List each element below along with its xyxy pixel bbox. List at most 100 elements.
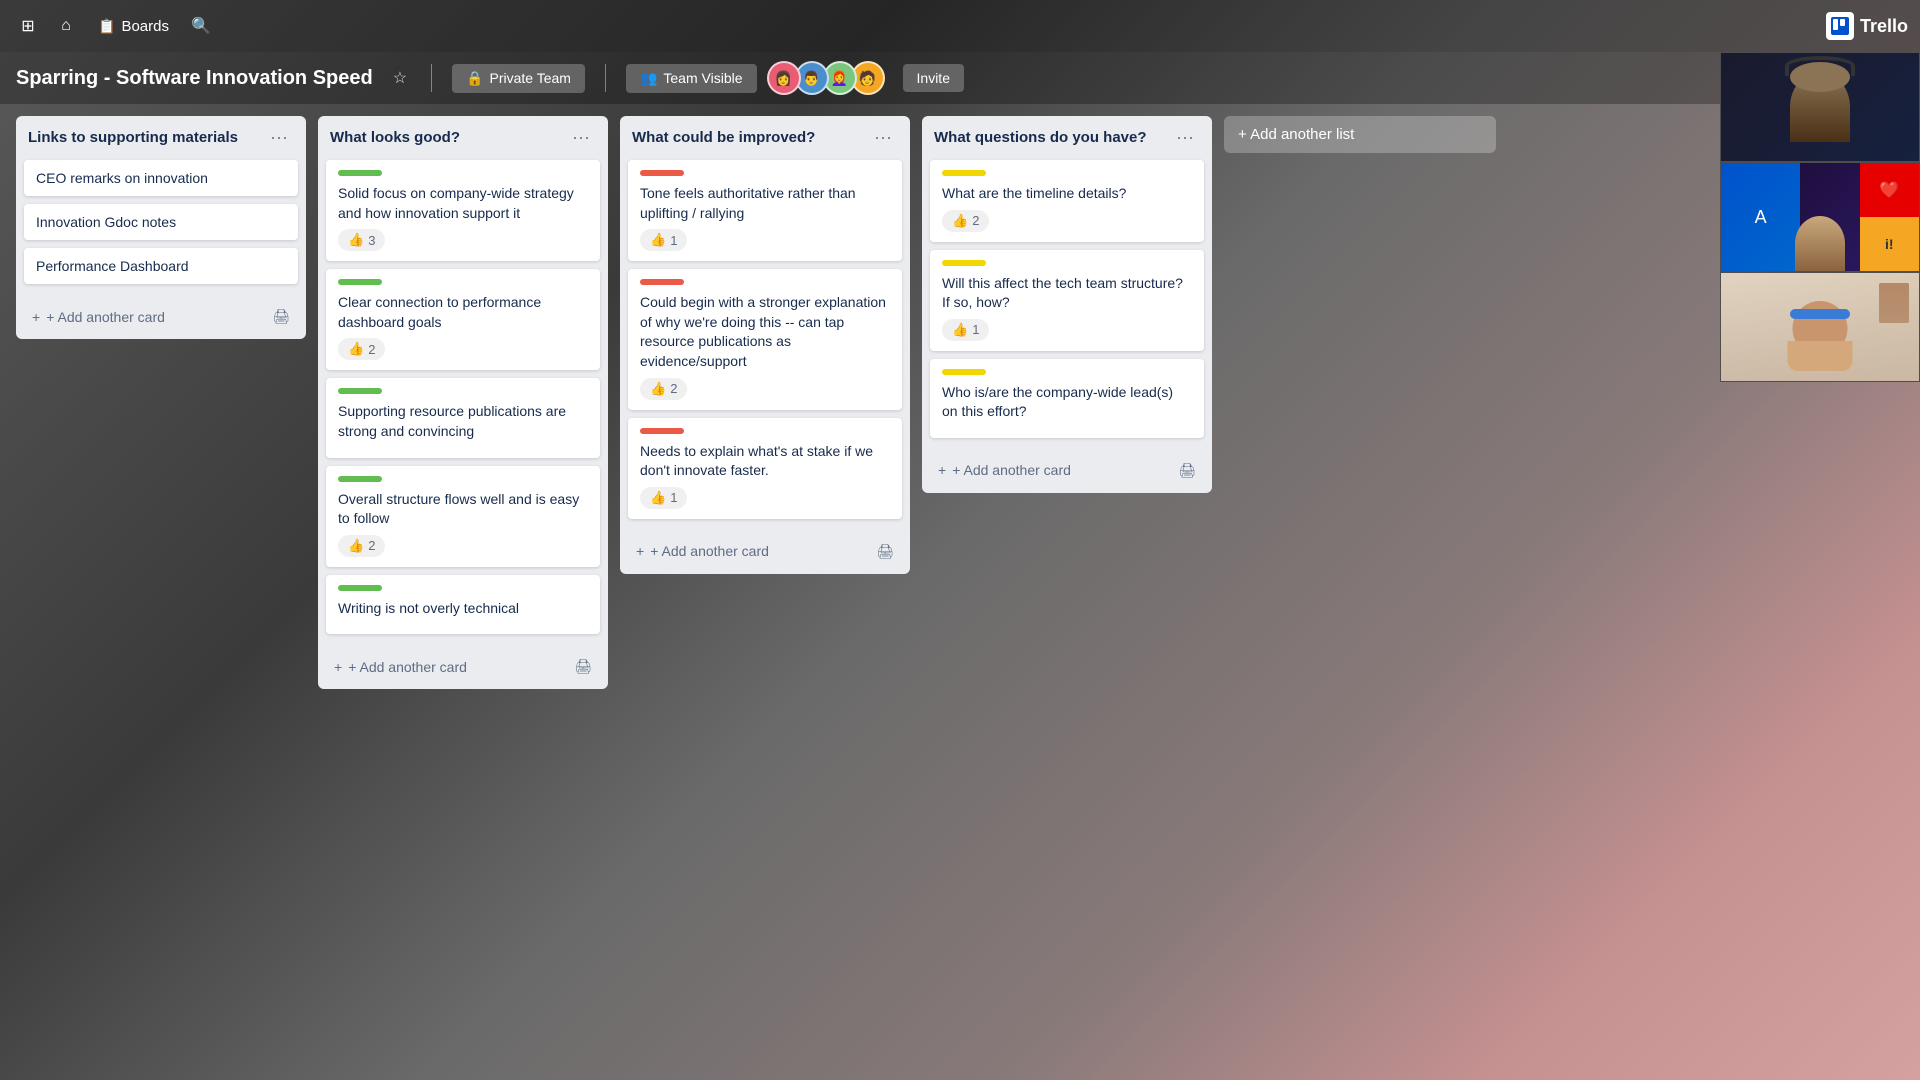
like-button-c5[interactable]: 👍 2: [338, 338, 385, 360]
like-button-c10[interactable]: 👍 2: [640, 378, 687, 400]
like-count-c11: 1: [670, 490, 677, 505]
list-2-title: What looks good?: [330, 129, 460, 146]
topbar: ⊞ ⌂ 📋 Boards 🔍 Trello: [0, 0, 1920, 52]
member-avatars: 👩 👨 👩‍🦰 🧑: [773, 61, 885, 95]
team-visible-label: Team Visible: [663, 70, 742, 86]
add-card-button-4[interactable]: + + Add another card 🖨: [930, 456, 1204, 485]
video-box-1[interactable]: [1720, 52, 1920, 162]
card-overall-structure[interactable]: Overall structure flows well and is easy…: [326, 466, 600, 567]
people-icon: 👥: [640, 70, 657, 87]
list-looks-good: What looks good? ··· Solid focus on comp…: [318, 116, 608, 689]
list-1-menu-button[interactable]: ···: [264, 126, 294, 148]
print-icon-1[interactable]: 🖨: [272, 308, 290, 325]
like-button-c7[interactable]: 👍 2: [338, 535, 385, 557]
list-2-header: What looks good? ···: [318, 116, 608, 156]
topbar-left: ⊞ ⌂ 📋 Boards 🔍: [12, 10, 217, 42]
list-2-menu-button[interactable]: ···: [566, 126, 596, 148]
topbar-right: Trello: [1826, 12, 1908, 40]
add-card-button-1[interactable]: + + Add another card 🖨: [24, 302, 298, 331]
card-could-begin-label: [640, 279, 684, 285]
video-feed-1: [1721, 53, 1919, 161]
card-solid-focus-label: [338, 170, 382, 176]
card-timeline-text: What are the timeline details?: [942, 184, 1192, 204]
card-clear-connection-label: [338, 279, 382, 285]
card-ceo[interactable]: CEO remarks on innovation: [24, 160, 298, 196]
video-box-2[interactable]: A ❤️ i!: [1720, 162, 1920, 272]
list-3-menu-button[interactable]: ···: [868, 126, 898, 148]
card-timeline[interactable]: What are the timeline details? 👍 2: [930, 160, 1204, 242]
search-button[interactable]: 🔍: [185, 10, 217, 42]
card-clear-connection-text: Clear connection to performance dashboar…: [338, 293, 588, 332]
like-button-c13[interactable]: 👍 1: [942, 319, 989, 341]
card-leads[interactable]: Who is/are the company-wide lead(s) on t…: [930, 359, 1204, 438]
print-icon-4[interactable]: 🖨: [1178, 462, 1196, 479]
card-timeline-footer: 👍 2: [942, 210, 1192, 232]
board-content: Links to supporting materials ··· CEO re…: [0, 104, 1920, 1080]
card-could-begin[interactable]: Could begin with a stronger explanation …: [628, 269, 902, 409]
card-clear-connection[interactable]: Clear connection to performance dashboar…: [326, 269, 600, 370]
like-button-c9[interactable]: 👍 1: [640, 229, 687, 251]
card-writing-not-technical[interactable]: Writing is not overly technical: [326, 575, 600, 635]
like-count-c12: 2: [972, 213, 979, 228]
boards-label: Boards: [121, 18, 169, 35]
header-separator-1: [431, 64, 432, 92]
star-button[interactable]: ☆: [389, 64, 411, 92]
like-button-c11[interactable]: 👍 1: [640, 487, 687, 509]
video-box-3[interactable]: [1720, 272, 1920, 382]
card-solid-focus-footer: 👍 3: [338, 229, 588, 251]
print-icon-3[interactable]: 🖨: [876, 543, 894, 560]
card-needs-explain-footer: 👍 1: [640, 487, 890, 509]
plus-icon-3: +: [636, 543, 644, 559]
invite-button[interactable]: Invite: [903, 64, 964, 92]
trello-icon: [1826, 12, 1854, 40]
card-tech-team[interactable]: Will this affect the tech team structure…: [930, 250, 1204, 351]
card-needs-explain[interactable]: Needs to explain what's at stake if we d…: [628, 418, 902, 519]
plus-icon-4: +: [938, 462, 946, 478]
card-tech-team-text: Will this affect the tech team structure…: [942, 274, 1192, 313]
private-team-button[interactable]: 🔒 Private Team: [452, 64, 585, 93]
team-visible-button[interactable]: 👥 Team Visible: [626, 64, 757, 93]
grid-icon[interactable]: ⊞: [12, 10, 44, 42]
add-card-button-2[interactable]: + + Add another card 🖨: [326, 652, 600, 681]
card-overall-structure-footer: 👍 2: [338, 535, 588, 557]
card-solid-focus[interactable]: Solid focus on company-wide strategy and…: [326, 160, 600, 261]
list-2-footer: + + Add another card 🖨: [318, 646, 608, 689]
list-3-cards: Tone feels authoritative rather than upl…: [620, 156, 910, 531]
add-card-label-4: + Add another card: [952, 462, 1071, 478]
like-button-c4[interactable]: 👍 3: [338, 229, 385, 251]
add-card-label-1: + Add another card: [46, 309, 165, 325]
list-improved: What could be improved? ··· Tone feels a…: [620, 116, 910, 574]
list-questions: What questions do you have? ··· What are…: [922, 116, 1212, 493]
card-could-begin-footer: 👍 2: [640, 378, 890, 400]
add-list-button[interactable]: + Add another list: [1224, 116, 1496, 153]
card-needs-explain-label: [640, 428, 684, 434]
like-button-c12[interactable]: 👍 2: [942, 210, 989, 232]
card-clear-connection-footer: 👍 2: [338, 338, 588, 360]
plus-icon-1: +: [32, 309, 40, 325]
boards-button[interactable]: 📋 Boards: [88, 14, 179, 39]
card-needs-explain-text: Needs to explain what's at stake if we d…: [640, 442, 890, 481]
add-card-button-3[interactable]: + + Add another card 🖨: [628, 537, 902, 566]
card-could-begin-text: Could begin with a stronger explanation …: [640, 293, 890, 371]
list-4-cards: What are the timeline details? 👍 2 Will …: [922, 156, 1212, 450]
boards-icon: 📋: [98, 18, 115, 35]
card-writing-label: [338, 585, 382, 591]
video-panel: A ❤️ i!: [1720, 52, 1920, 382]
print-icon-2[interactable]: 🖨: [574, 658, 592, 675]
card-supporting-resource-label: [338, 388, 382, 394]
card-tone-text: Tone feels authoritative rather than upl…: [640, 184, 890, 223]
add-card-label-2: + Add another card: [348, 659, 467, 675]
list-4-menu-button[interactable]: ···: [1170, 126, 1200, 148]
home-icon[interactable]: ⌂: [50, 10, 82, 42]
avatar-1[interactable]: 👩: [767, 61, 801, 95]
card-innovation-gdoc[interactable]: Innovation Gdoc notes: [24, 204, 298, 240]
plus-icon-2: +: [334, 659, 342, 675]
card-supporting-resource[interactable]: Supporting resource publications are str…: [326, 378, 600, 457]
list-3-title: What could be improved?: [632, 129, 815, 146]
card-supporting-resource-text: Supporting resource publications are str…: [338, 402, 588, 441]
card-tone[interactable]: Tone feels authoritative rather than upl…: [628, 160, 902, 261]
card-performance-dash[interactable]: Performance Dashboard: [24, 248, 298, 284]
card-tech-team-footer: 👍 1: [942, 319, 1192, 341]
list-links: Links to supporting materials ··· CEO re…: [16, 116, 306, 339]
board-header: Sparring - Software Innovation Speed ☆ 🔒…: [0, 52, 1920, 104]
